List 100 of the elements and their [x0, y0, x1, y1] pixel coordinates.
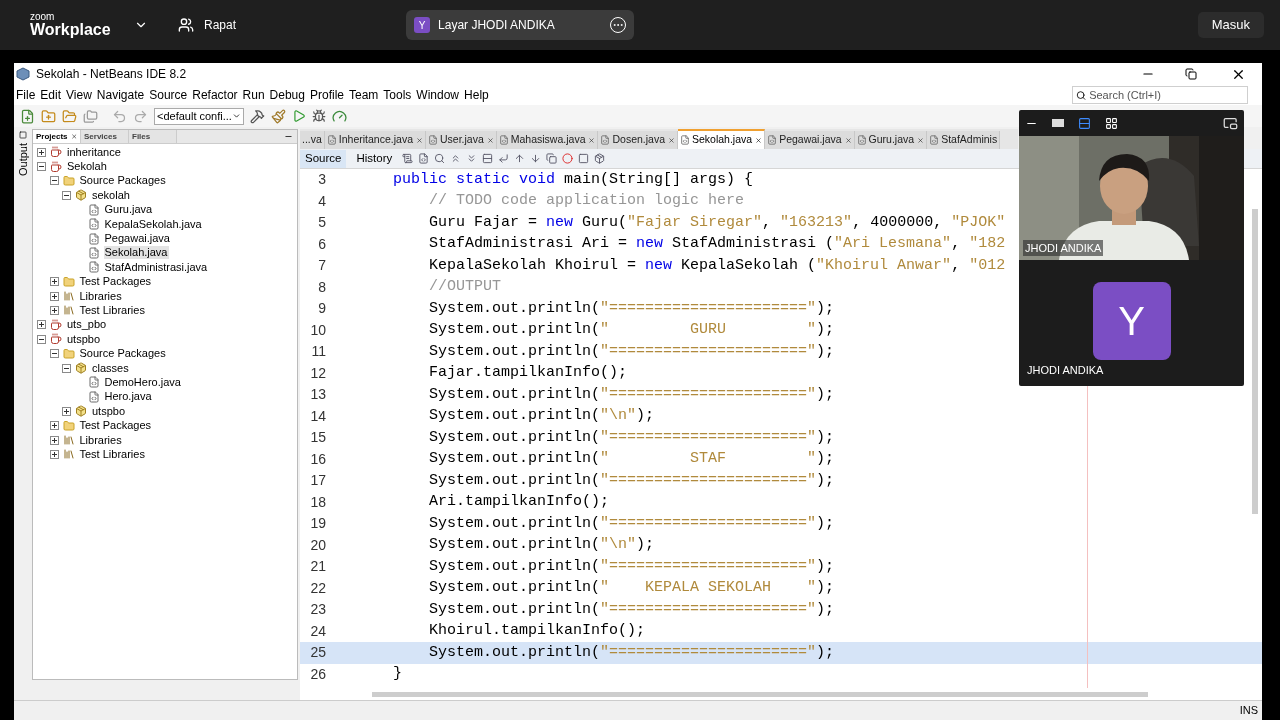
collapse-toggle[interactable] — [49, 176, 59, 186]
close-icon[interactable] — [668, 136, 675, 144]
tree-item[interactable]: Test Packages — [78, 419, 153, 433]
tree-item[interactable]: Sekolah.java — [103, 246, 169, 260]
menu-item[interactable]: Profile — [310, 86, 344, 104]
toolbar-icon[interactable] — [594, 153, 606, 164]
output-tab[interactable]: Output — [14, 143, 32, 177]
tree-item[interactable]: Test Libraries — [78, 304, 146, 317]
tree-item[interactable]: Source Packages — [78, 347, 167, 361]
tree-item[interactable]: Hero.java — [103, 390, 153, 404]
menu-item[interactable]: View — [66, 86, 92, 104]
tree-item[interactable]: Libraries — [78, 433, 123, 447]
expand-toggle[interactable] — [62, 406, 71, 416]
config-select[interactable]: <default confi... — [154, 107, 244, 125]
tree-item[interactable]: DemoHero.java — [103, 375, 182, 389]
editor-tab[interactable]: ...va — [300, 131, 325, 149]
tree-item[interactable]: Pegawai.java — [103, 232, 171, 246]
share-pill[interactable]: Y Layar JHODI ANDIKA — [406, 10, 635, 40]
open-project-icon[interactable] — [62, 108, 77, 124]
people-icon[interactable] — [178, 17, 194, 33]
toolbar-icon[interactable] — [530, 153, 542, 164]
profile-icon[interactable] — [332, 108, 347, 124]
tree-item[interactable]: Guru.java — [103, 203, 154, 217]
menu-item[interactable]: Tools — [383, 86, 412, 104]
expand-toggle[interactable] — [49, 306, 59, 315]
tree-item[interactable]: utspbo — [66, 332, 102, 346]
toolbar-icon[interactable] — [546, 153, 558, 164]
expand-toggle[interactable] — [37, 320, 46, 330]
brush-icon[interactable] — [271, 108, 286, 124]
tree-item[interactable]: Libraries — [78, 289, 123, 303]
tree-item[interactable]: sekolah — [91, 188, 131, 202]
run-icon[interactable] — [292, 109, 306, 123]
new-file-icon[interactable] — [20, 108, 35, 124]
restore-icon[interactable] — [19, 131, 27, 139]
expand-toggle[interactable] — [49, 449, 59, 459]
toolbar-icon[interactable] — [578, 153, 590, 164]
toolbar-icon[interactable] — [482, 153, 494, 164]
sign-in-button[interactable]: Masuk — [1197, 12, 1264, 38]
menu-item[interactable]: Refactor — [192, 86, 238, 104]
expand-toggle[interactable] — [49, 435, 59, 445]
meetings-label[interactable]: Rapat — [204, 16, 237, 34]
menu-item[interactable]: Team — [349, 86, 379, 104]
expand-toggle[interactable] — [49, 421, 59, 431]
new-project-icon[interactable] — [41, 108, 56, 124]
close-icon[interactable] — [844, 136, 852, 144]
layout-icon[interactable] — [1078, 116, 1091, 130]
editor-tab[interactable]: Pegawai.java — [765, 131, 855, 149]
editor-tab[interactable]: Inheritance.java — [324, 131, 426, 149]
editor-tab[interactable]: User.java — [426, 131, 497, 149]
menu-item[interactable]: Help — [464, 86, 489, 104]
menu-item[interactable]: Debug — [269, 86, 305, 104]
tree-item[interactable]: KepalaSekolah.java — [103, 217, 203, 231]
close-icon[interactable] — [486, 136, 494, 144]
toolbar-icon[interactable] — [562, 153, 574, 164]
editor-tab[interactable]: StafAdminis — [927, 131, 1001, 149]
grid-icon[interactable] — [1105, 116, 1118, 130]
restore-button[interactable] — [1185, 68, 1197, 80]
tree-item[interactable]: classes — [91, 361, 130, 375]
menu-item[interactable]: Source — [149, 86, 188, 104]
expand-toggle[interactable] — [49, 291, 59, 301]
close-icon[interactable] — [416, 136, 423, 144]
tree-item[interactable]: StafAdministrasi.java — [103, 260, 209, 274]
tree-item[interactable]: Test Libraries — [78, 447, 146, 461]
toolbar-icon[interactable] — [402, 153, 414, 164]
debug-icon[interactable] — [312, 109, 326, 123]
toolbar-icon[interactable] — [498, 153, 510, 164]
close-icon[interactable] — [917, 136, 925, 144]
editor-tab[interactable]: Mahasiswa.java — [496, 131, 599, 149]
view-tab[interactable]: Source — [300, 149, 347, 168]
menu-item[interactable]: Window — [416, 86, 460, 104]
editor-tab[interactable]: Guru.java — [854, 131, 928, 149]
menu-item[interactable]: Navigate — [96, 86, 145, 104]
toolbar-icon[interactable] — [514, 153, 526, 164]
menu-item[interactable]: Edit — [40, 86, 62, 104]
tree-item[interactable]: Sekolah — [66, 160, 108, 174]
panel-tab[interactable]: Services — [81, 130, 129, 143]
tree-item[interactable]: inheritance — [66, 145, 122, 159]
expand-toggle[interactable] — [37, 147, 46, 157]
collapse-toggle[interactable] — [62, 190, 71, 200]
menu-item[interactable]: Run — [242, 86, 265, 104]
collapse-toggle[interactable] — [37, 334, 46, 344]
view-tab[interactable]: History — [351, 149, 398, 168]
editor-tab[interactable]: Sekolah.java — [678, 129, 766, 149]
close-project-icon[interactable] — [83, 108, 98, 124]
toolbar-icon[interactable] — [418, 153, 430, 164]
hammer-icon[interactable] — [250, 108, 265, 124]
tree-item[interactable]: Source Packages — [78, 174, 167, 188]
tree-item[interactable]: uts_pbo — [66, 318, 108, 332]
toolbar-icon[interactable] — [434, 153, 446, 164]
pip-icon[interactable] — [1223, 115, 1238, 131]
editor-tab[interactable]: Dosen.java — [598, 131, 678, 149]
close-icon[interactable] — [755, 136, 763, 144]
collapse-toggle[interactable] — [49, 349, 59, 359]
close-icon[interactable] — [588, 136, 596, 144]
close-icon[interactable] — [70, 133, 77, 140]
tree-item[interactable]: utspbo — [91, 404, 127, 418]
tree-item[interactable]: Test Packages — [78, 275, 153, 289]
panel-tab[interactable]: Files — [129, 130, 177, 143]
menu-item[interactable]: File — [16, 86, 36, 104]
panel-tab[interactable]: Projects — [33, 130, 81, 143]
